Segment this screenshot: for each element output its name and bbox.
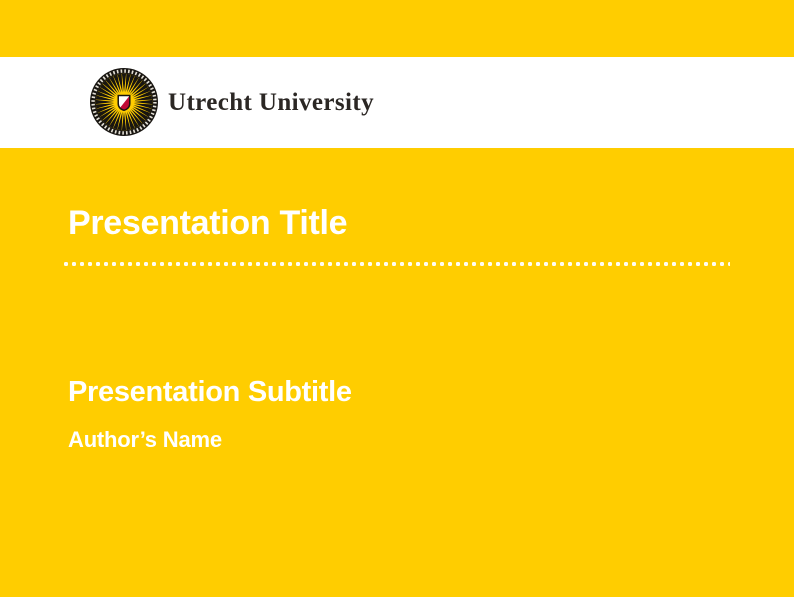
title-slide: Utrecht University Presentation Title Pr… (0, 0, 794, 597)
presentation-title: Presentation Title (68, 206, 347, 240)
header-band: Utrecht University (0, 57, 794, 148)
dotted-divider (62, 260, 730, 268)
utrecht-university-seal-icon (90, 68, 158, 136)
presentation-subtitle: Presentation Subtitle (68, 378, 352, 407)
university-wordmark: Utrecht University (168, 90, 374, 115)
seal-shield-icon (118, 96, 130, 111)
author-name: Author’s Name (68, 429, 222, 451)
